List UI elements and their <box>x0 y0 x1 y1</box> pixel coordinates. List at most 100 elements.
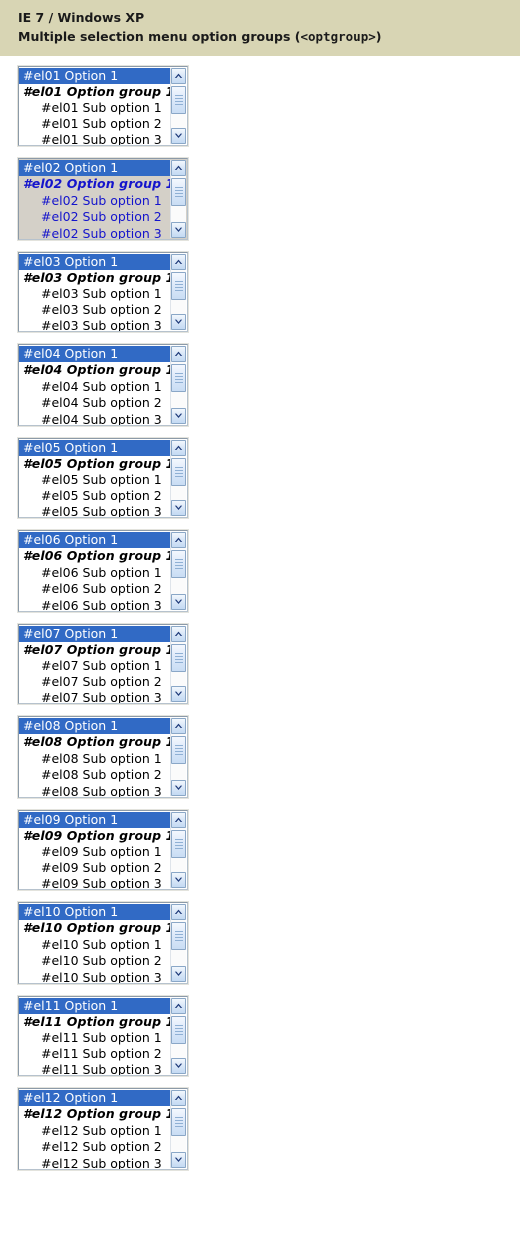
option-sub-3[interactable]: #el12 Sub option 3 <box>19 1156 187 1169</box>
option-sub-1[interactable]: #el03 Sub option 1 <box>19 286 187 302</box>
option-sub-1[interactable]: #el04 Sub option 1 <box>19 379 187 395</box>
scroll-down-button[interactable] <box>171 314 186 330</box>
multi-select-el04[interactable]: #el04 Option 1 #el04 Option group 1 #el0… <box>17 343 189 427</box>
scrollbar-thumb[interactable] <box>171 458 186 486</box>
scroll-down-button[interactable] <box>171 500 186 516</box>
option-selected[interactable]: #el08 Option 1 <box>19 718 171 735</box>
option-selected[interactable]: #el03 Option 1 <box>19 254 171 270</box>
option-sub-3[interactable]: #el05 Sub option 3 <box>19 504 187 517</box>
scroll-down-button[interactable] <box>171 408 186 424</box>
scroll-down-button[interactable] <box>171 780 186 796</box>
multi-select-el07[interactable]: #el07 Option 1 #el07 Option group 1 #el0… <box>17 623 189 705</box>
option-selected[interactable]: #el02 Option 1 <box>19 160 171 177</box>
option-selected[interactable]: #el12 Option 1 <box>19 1090 171 1107</box>
option-selected[interactable]: #el11 Option 1 <box>19 998 171 1014</box>
scroll-up-button[interactable] <box>171 254 186 270</box>
vertical-scrollbar[interactable] <box>170 346 186 424</box>
multi-select-el08[interactable]: #el08 Option 1 #el08 Option group 1 #el0… <box>17 715 189 799</box>
option-sub-1[interactable]: #el02 Sub option 1 <box>19 193 187 209</box>
scroll-up-button[interactable] <box>171 626 186 642</box>
option-sub-1[interactable]: #el11 Sub option 1 <box>19 1030 187 1046</box>
scroll-up-button[interactable] <box>171 718 186 734</box>
option-sub-3[interactable]: #el04 Sub option 3 <box>19 412 187 425</box>
scroll-up-button[interactable] <box>171 532 186 548</box>
multi-select-el02[interactable]: #el02 Option 1 #el02 Option group 1 #el0… <box>17 157 189 241</box>
multi-select-el12[interactable]: #el12 Option 1 #el12 Option group 1 #el1… <box>17 1087 189 1171</box>
scroll-down-button[interactable] <box>171 686 186 702</box>
option-sub-2[interactable]: #el09 Sub option 2 <box>19 860 187 876</box>
scroll-up-button[interactable] <box>171 1090 186 1106</box>
option-sub-2[interactable]: #el04 Sub option 2 <box>19 395 187 411</box>
scrollbar-thumb[interactable] <box>171 1016 186 1044</box>
vertical-scrollbar[interactable] <box>170 904 186 982</box>
option-sub-3[interactable]: #el09 Sub option 3 <box>19 876 187 889</box>
vertical-scrollbar[interactable] <box>170 254 186 330</box>
option-sub-1[interactable]: #el08 Sub option 1 <box>19 751 187 767</box>
option-sub-2[interactable]: #el03 Sub option 2 <box>19 302 187 318</box>
option-sub-2[interactable]: #el12 Sub option 2 <box>19 1139 187 1155</box>
option-sub-2[interactable]: #el08 Sub option 2 <box>19 767 187 783</box>
option-sub-1[interactable]: #el09 Sub option 1 <box>19 844 187 860</box>
vertical-scrollbar[interactable] <box>170 626 186 702</box>
scrollbar-thumb[interactable] <box>171 922 186 950</box>
multi-select-el03[interactable]: #el03 Option 1 #el03 Option group 1 #el0… <box>17 251 189 333</box>
option-sub-2[interactable]: #el11 Sub option 2 <box>19 1046 187 1062</box>
scroll-down-button[interactable] <box>171 966 186 982</box>
multi-select-el06[interactable]: #el06 Option 1 #el06 Option group 1 #el0… <box>17 529 189 613</box>
option-sub-1[interactable]: #el01 Sub option 1 <box>19 100 187 116</box>
scrollbar-thumb[interactable] <box>171 550 186 578</box>
option-selected[interactable]: #el05 Option 1 <box>19 440 171 456</box>
scroll-down-button[interactable] <box>171 222 186 238</box>
vertical-scrollbar[interactable] <box>170 812 186 888</box>
option-sub-3[interactable]: #el10 Sub option 3 <box>19 970 187 983</box>
scroll-down-button[interactable] <box>171 1152 186 1168</box>
scrollbar-thumb[interactable] <box>171 86 186 114</box>
option-selected[interactable]: #el09 Option 1 <box>19 812 171 828</box>
option-sub-3[interactable]: #el01 Sub option 3 <box>19 132 187 145</box>
multi-select-el01[interactable]: #el01 Option 1 #el01 Option group 1 #el0… <box>17 65 189 147</box>
scroll-down-button[interactable] <box>171 872 186 888</box>
scroll-up-button[interactable] <box>171 160 186 176</box>
scroll-up-button[interactable] <box>171 904 186 920</box>
scroll-up-button[interactable] <box>171 998 186 1014</box>
scrollbar-thumb[interactable] <box>171 1108 186 1136</box>
option-sub-3[interactable]: #el02 Sub option 3 <box>19 226 187 239</box>
multi-select-el11[interactable]: #el11 Option 1 #el11 Option group 1 #el1… <box>17 995 189 1077</box>
multi-select-el09[interactable]: #el09 Option 1 #el09 Option group 1 #el0… <box>17 809 189 891</box>
multi-select-el10[interactable]: #el10 Option 1 #el10 Option group 1 #el1… <box>17 901 189 985</box>
multi-select-el05[interactable]: #el05 Option 1 #el05 Option group 1 #el0… <box>17 437 189 519</box>
option-sub-3[interactable]: #el07 Sub option 3 <box>19 690 187 703</box>
option-selected[interactable]: #el10 Option 1 <box>19 904 171 921</box>
option-sub-2[interactable]: #el06 Sub option 2 <box>19 581 187 597</box>
scrollbar-thumb[interactable] <box>171 272 186 300</box>
option-sub-1[interactable]: #el07 Sub option 1 <box>19 658 187 674</box>
scroll-down-button[interactable] <box>171 128 186 144</box>
option-sub-1[interactable]: #el10 Sub option 1 <box>19 937 187 953</box>
vertical-scrollbar[interactable] <box>170 68 186 144</box>
scroll-up-button[interactable] <box>171 440 186 456</box>
scroll-down-button[interactable] <box>171 594 186 610</box>
option-sub-1[interactable]: #el12 Sub option 1 <box>19 1123 187 1139</box>
scrollbar-thumb[interactable] <box>171 644 186 672</box>
scrollbar-thumb[interactable] <box>171 830 186 858</box>
option-sub-3[interactable]: #el11 Sub option 3 <box>19 1062 187 1075</box>
option-sub-3[interactable]: #el06 Sub option 3 <box>19 598 187 611</box>
scroll-up-button[interactable] <box>171 68 186 84</box>
option-selected[interactable]: #el01 Option 1 <box>19 68 171 84</box>
scrollbar-thumb[interactable] <box>171 736 186 764</box>
option-selected[interactable]: #el07 Option 1 <box>19 626 171 642</box>
scroll-up-button[interactable] <box>171 346 186 362</box>
scroll-down-button[interactable] <box>171 1058 186 1074</box>
option-sub-2[interactable]: #el07 Sub option 2 <box>19 674 187 690</box>
vertical-scrollbar[interactable] <box>170 998 186 1074</box>
vertical-scrollbar[interactable] <box>170 160 186 238</box>
option-sub-3[interactable]: #el03 Sub option 3 <box>19 318 187 331</box>
vertical-scrollbar[interactable] <box>170 532 186 610</box>
option-selected[interactable]: #el04 Option 1 <box>19 346 171 363</box>
option-sub-1[interactable]: #el05 Sub option 1 <box>19 472 187 488</box>
scrollbar-thumb[interactable] <box>171 178 186 206</box>
vertical-scrollbar[interactable] <box>170 718 186 796</box>
scrollbar-thumb[interactable] <box>171 364 186 392</box>
option-sub-2[interactable]: #el01 Sub option 2 <box>19 116 187 132</box>
option-sub-2[interactable]: #el10 Sub option 2 <box>19 953 187 969</box>
